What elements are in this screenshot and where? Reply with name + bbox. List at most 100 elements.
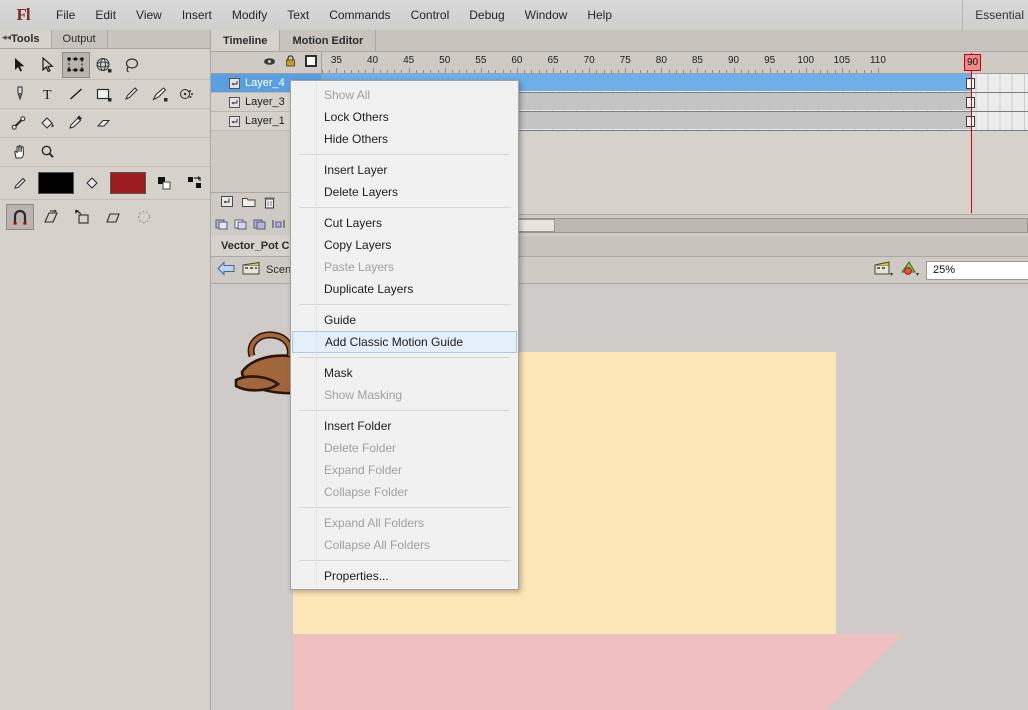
- selection-tool[interactable]: [6, 52, 34, 78]
- deco-tool[interactable]: [174, 81, 202, 107]
- 3d-rotation-tool[interactable]: [90, 52, 118, 78]
- scale-option[interactable]: [68, 204, 96, 230]
- rotate-skew-option[interactable]: [37, 204, 65, 230]
- context-menu-item-lock-others[interactable]: Lock Others: [291, 106, 518, 128]
- menu-bar: Fl File Edit View Insert Modify Text Com…: [0, 0, 1028, 31]
- black-and-white-button[interactable]: [150, 170, 178, 196]
- rectangle-tool[interactable]: [90, 81, 118, 107]
- new-folder-button[interactable]: [242, 196, 256, 211]
- ruler-tick: [531, 70, 532, 73]
- ruler-tick: [647, 70, 648, 73]
- context-menu-item-show-masking: Show Masking: [291, 384, 518, 406]
- ruler-tick: [611, 70, 612, 73]
- menu-insert[interactable]: Insert: [172, 0, 222, 30]
- timeline-ruler[interactable]: 35404550556065707580859095100105110: [322, 52, 1028, 74]
- context-menu-item-add-classic-motion-guide[interactable]: Add Classic Motion Guide: [292, 331, 517, 353]
- edit-multiple-frames-icon[interactable]: [272, 218, 285, 233]
- context-menu-item-insert-layer[interactable]: Insert Layer: [291, 159, 518, 181]
- breadcrumb[interactable]: Scen: [242, 261, 291, 279]
- eraser-tool[interactable]: [90, 110, 118, 136]
- menu-debug[interactable]: Debug: [459, 0, 514, 30]
- paint-bucket-tool[interactable]: [34, 110, 62, 136]
- ruler-tick: [741, 70, 742, 73]
- menu-view[interactable]: View: [126, 0, 172, 30]
- layer-type-icon: [229, 116, 240, 127]
- context-menu-item-mask[interactable]: Mask: [291, 362, 518, 384]
- tab-timeline[interactable]: Timeline: [211, 30, 280, 51]
- stroke-color-icon[interactable]: [6, 170, 34, 196]
- context-menu-item-hide-others[interactable]: Hide Others: [291, 128, 518, 150]
- menu-control[interactable]: Control: [401, 0, 460, 30]
- zoom-level-input[interactable]: 25%: [926, 261, 1028, 280]
- eye-icon[interactable]: [263, 56, 276, 70]
- ruler-tick: [336, 68, 337, 73]
- free-transform-tool[interactable]: [62, 52, 90, 78]
- ruler-tick: [560, 70, 561, 73]
- bone-tool[interactable]: [6, 110, 34, 136]
- stage-floor-shape[interactable]: [293, 634, 903, 710]
- playhead-marker[interactable]: 90: [964, 54, 981, 71]
- outline-icon[interactable]: [305, 55, 317, 70]
- snap-to-objects-option[interactable]: [6, 204, 34, 230]
- playhead-line: [971, 53, 972, 213]
- context-menu-item-cut-layers[interactable]: Cut Layers: [291, 212, 518, 234]
- context-menu-item-delete-layers[interactable]: Delete Layers: [291, 181, 518, 203]
- menu-help[interactable]: Help: [577, 0, 622, 30]
- ruler-tick: [459, 70, 460, 73]
- menu-commands[interactable]: Commands: [319, 0, 400, 30]
- envelope-option[interactable]: [130, 204, 158, 230]
- swap-colors-button[interactable]: [182, 170, 210, 196]
- subselection-tool[interactable]: [34, 52, 62, 78]
- fill-color-swatch[interactable]: [110, 172, 146, 194]
- context-menu-item-copy-layers[interactable]: Copy Layers: [291, 234, 518, 256]
- edit-symbol-icon[interactable]: [900, 260, 920, 280]
- eyedropper-tool[interactable]: [62, 110, 90, 136]
- new-layer-button[interactable]: [221, 196, 234, 211]
- menu-window[interactable]: Window: [515, 0, 578, 30]
- workspace-switcher[interactable]: Essential: [962, 0, 1028, 30]
- menu-text[interactable]: Text: [277, 0, 319, 30]
- brush-tool[interactable]: [146, 81, 174, 107]
- context-menu-separator: [299, 304, 510, 305]
- pencil-tool[interactable]: [118, 81, 146, 107]
- ruler-tick: [582, 70, 583, 73]
- menu-edit[interactable]: Edit: [85, 0, 126, 30]
- pen-tool[interactable]: [6, 81, 34, 107]
- lasso-tool[interactable]: [118, 52, 146, 78]
- tools-panel: Tools Output ◂◂: [0, 30, 211, 710]
- ruler-tick: [416, 70, 417, 73]
- ruler-tick: [445, 68, 446, 73]
- context-menu-item-guide[interactable]: Guide: [291, 309, 518, 331]
- center-frame-icon[interactable]: [215, 218, 228, 233]
- tool-row-drawing: T: [0, 80, 210, 109]
- onion-skin-icon[interactable]: [234, 218, 247, 233]
- ruler-tick: [856, 70, 857, 73]
- fill-color-icon[interactable]: [78, 170, 106, 196]
- tab-motion-editor[interactable]: Motion Editor: [280, 30, 376, 51]
- menu-file[interactable]: File: [46, 0, 85, 30]
- ruler-label: 75: [620, 55, 631, 66]
- context-menu-item-properties[interactable]: Properties...: [291, 565, 518, 587]
- tab-output[interactable]: Output: [52, 30, 108, 48]
- ruler-tick: [466, 70, 467, 73]
- delete-layer-button[interactable]: [264, 196, 275, 212]
- collapse-panel-icon[interactable]: ◂◂: [2, 32, 11, 43]
- edit-scene-icon[interactable]: [874, 260, 894, 280]
- tools-panel-tabs: Tools Output: [0, 30, 210, 49]
- back-arrow-icon[interactable]: [217, 261, 236, 279]
- stroke-color-swatch[interactable]: [38, 172, 74, 194]
- menu-modify[interactable]: Modify: [222, 0, 277, 30]
- line-tool[interactable]: [62, 81, 90, 107]
- distort-option[interactable]: [99, 204, 127, 230]
- onion-skin-outlines-icon[interactable]: [253, 218, 266, 233]
- context-menu-item-insert-folder[interactable]: Insert Folder: [291, 415, 518, 437]
- layer-context-menu[interactable]: Show AllLock OthersHide OthersInsert Lay…: [290, 80, 519, 590]
- lock-icon[interactable]: [285, 55, 296, 70]
- hand-tool[interactable]: [6, 139, 34, 165]
- zoom-tool[interactable]: [34, 139, 62, 165]
- ruler-tick: [791, 70, 792, 73]
- timeline-horizontal-scrollbar[interactable]: ◀: [432, 218, 1028, 233]
- text-tool[interactable]: T: [34, 81, 62, 107]
- ruler-tick: [495, 70, 496, 73]
- context-menu-item-duplicate-layers[interactable]: Duplicate Layers: [291, 278, 518, 300]
